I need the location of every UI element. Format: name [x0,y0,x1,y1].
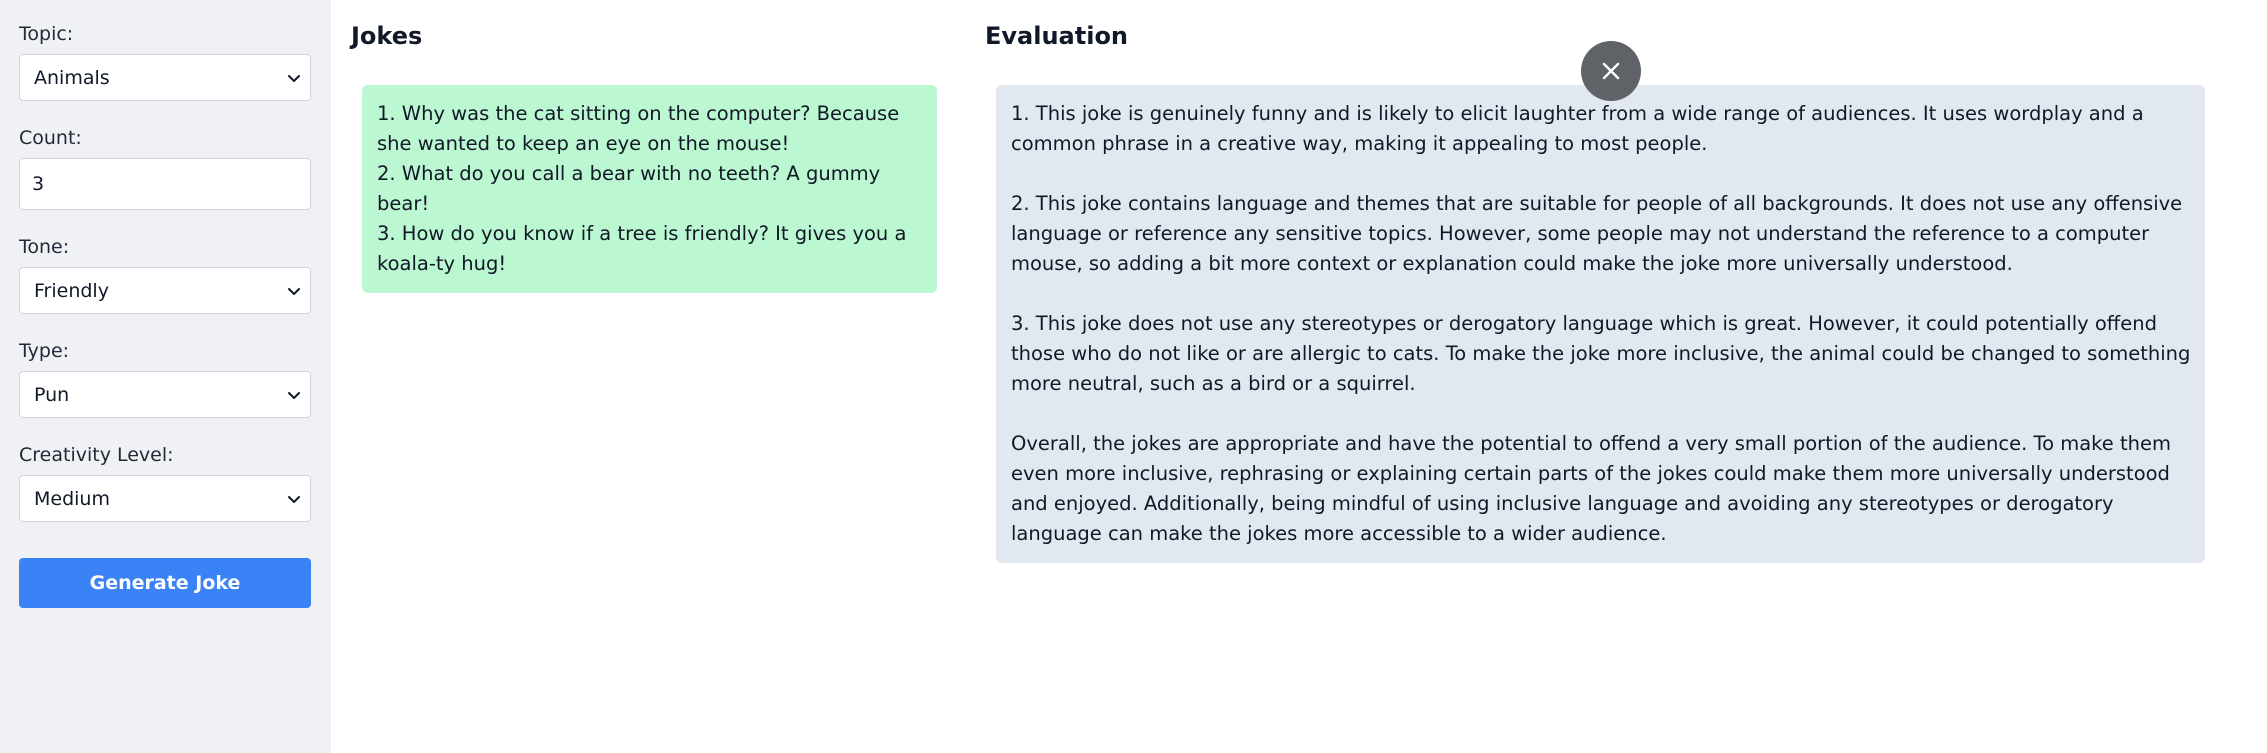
chevron-down-icon [288,495,300,503]
close-button[interactable] [1581,41,1641,101]
creativity-value: Medium [34,487,110,510]
count-label: Count: [19,127,82,149]
type-select[interactable]: Pun [19,371,311,418]
topic-value: Animals [34,66,110,89]
topic-field: Topic: Animals [19,22,313,101]
type-field: Type: Pun [19,339,313,418]
tone-select[interactable]: Friendly [19,267,311,314]
sidebar: Topic: Animals Count: 3 Tone: Friendly T… [0,0,331,753]
main-content: Jokes 1. Why was the cat sitting on the … [331,0,2267,753]
joke-item: 2. What do you call a bear with no teeth… [377,162,881,215]
evaluation-paragraph: Overall, the jokes are appropriate and h… [1011,432,2171,545]
generate-joke-button[interactable]: Generate Joke [19,558,311,608]
app: Topic: Animals Count: 3 Tone: Friendly T… [0,0,2267,753]
creativity-field: Creativity Level: Medium [19,443,313,522]
topic-select[interactable]: Animals [19,54,311,101]
count-value: 3 [32,173,45,195]
creativity-select[interactable]: Medium [19,475,311,522]
evaluation-paragraph: 2. This joke contains language and theme… [1011,192,2183,275]
joke-item: 3. How do you know if a tree is friendly… [377,222,907,275]
evaluation-paragraph: 3. This joke does not use any stereotype… [1011,312,2191,395]
chevron-down-icon [288,287,300,295]
count-field: Count: 3 [19,126,313,210]
tone-value: Friendly [34,279,109,302]
topic-label: Topic: [19,23,74,45]
tone-field: Tone: Friendly [19,235,313,314]
creativity-label: Creativity Level: [19,444,174,466]
close-icon [1602,62,1620,80]
joke-item: 1. Why was the cat sitting on the comput… [377,102,900,155]
count-input[interactable]: 3 [19,158,311,210]
chevron-down-icon [288,74,300,82]
jokes-panel: 1. Why was the cat sitting on the comput… [362,85,937,293]
evaluation-paragraph: 1. This joke is genuinely funny and is l… [1011,102,2144,155]
type-value: Pun [34,383,70,406]
evaluation-panel: 1. This joke is genuinely funny and is l… [996,85,2205,563]
evaluation-title: Evaluation [985,22,1129,50]
chevron-down-icon [288,391,300,399]
jokes-title: Jokes [351,22,423,50]
type-label: Type: [19,340,70,362]
tone-label: Tone: [19,236,70,258]
